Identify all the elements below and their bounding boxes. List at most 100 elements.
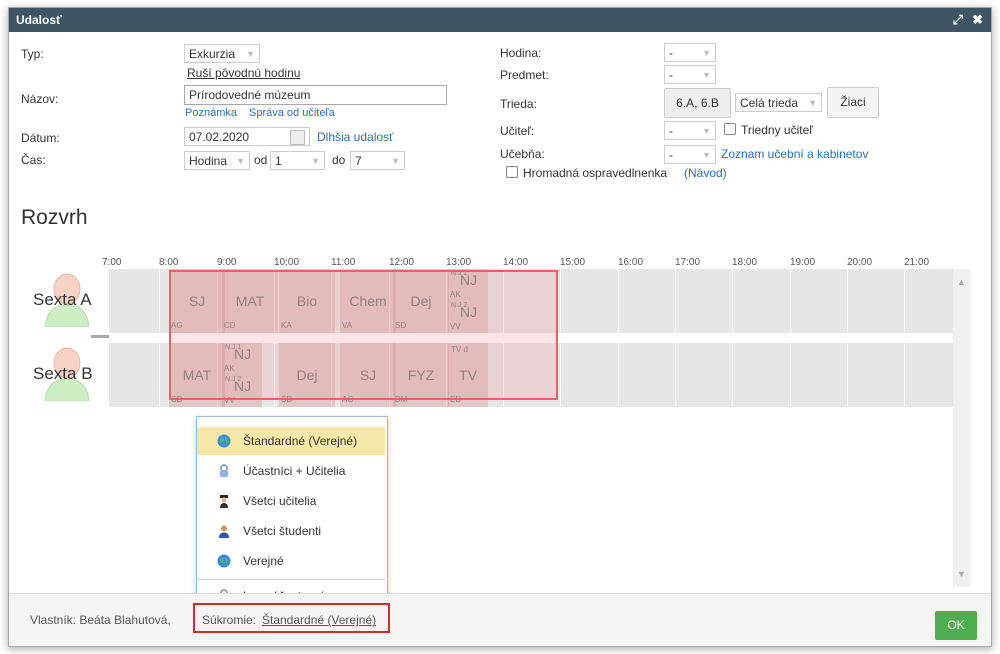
grid-line [790, 343, 791, 407]
od-value: 1 [275, 154, 282, 168]
hodina-label: Hodina: [500, 46, 542, 60]
menu-item-label: Štandardné (Verejné) [243, 434, 358, 448]
predmet-select[interactable]: - ▼ [664, 65, 716, 84]
owner-label: Vlastník: Beáta Blahutová, [30, 613, 171, 627]
time-tick: 21:00 [904, 257, 930, 268]
privacy-label: Súkromie: [202, 613, 257, 627]
rusi-povodnu-hodinu-link[interactable]: Ruší pôvodnú hodinu [187, 66, 300, 80]
chevron-down-icon: ▼ [702, 70, 711, 80]
time-tick: 9:00 [217, 257, 237, 268]
menu-divider [197, 579, 385, 580]
ucitel-select[interactable]: - ▼ [664, 121, 716, 140]
chevron-down-icon: ▼ [246, 49, 255, 59]
time-tick: 14:00 [503, 257, 529, 268]
checkbox-icon [506, 166, 518, 178]
time-tick: 17:00 [675, 257, 701, 268]
privacy-menu: Štandardné (Verejné) Účastníci + Učiteli… [196, 416, 388, 608]
grid-line [904, 343, 905, 407]
trieda-scope-select[interactable]: Celá trieda ▼ [735, 93, 822, 112]
grid-line [847, 343, 848, 407]
menu-item-label: Účastníci + Učitelia [243, 464, 346, 478]
dlhsia-udalost-link[interactable]: Dlhšia udalosť [317, 130, 394, 144]
predmet-value: - [669, 68, 673, 82]
menu-item-ucastnici-ucitelia[interactable]: Účastníci + Učitelia [197, 457, 385, 485]
time-tick: 16:00 [618, 257, 644, 268]
cas-unit-value: Hodina [189, 154, 228, 168]
time-tick: 12:00 [389, 257, 415, 268]
dialog-title: Udalosť [16, 13, 62, 27]
triedny-ucitel-label: Triedny učiteľ [741, 123, 813, 137]
grid-line [904, 269, 905, 333]
ok-button[interactable]: OK [935, 611, 977, 640]
globe-icon [217, 554, 231, 568]
menu-item-label: Všetci študenti [243, 524, 322, 538]
ucitel-label: Učiteľ: [500, 124, 535, 138]
calendar-icon[interactable] [290, 130, 305, 145]
grid-line [560, 343, 561, 407]
ziaci-button[interactable]: Žiaci [827, 87, 879, 118]
student-icon [219, 525, 229, 538]
timetable-scrollbar[interactable]: ▲ ▼ [953, 269, 971, 587]
menu-item-verejne[interactable]: Verejné [197, 547, 385, 575]
rozvrh-title: Rozvrh [21, 206, 88, 229]
grid-line [618, 269, 619, 333]
od-select[interactable]: 1 ▼ [270, 151, 325, 170]
scroll-down-icon[interactable]: ▼ [957, 569, 966, 579]
do-select[interactable]: 7 ▼ [350, 151, 405, 170]
sprava-od-ucitela-link[interactable]: Správa od učiteľa [249, 107, 335, 119]
event-time-selection[interactable] [169, 270, 558, 400]
expand-icon[interactable]: ⤢ [953, 8, 963, 32]
menu-item-label: Všetci učitelia [243, 494, 317, 508]
checkbox-icon [724, 123, 736, 135]
predmet-label: Predmet: [500, 68, 549, 82]
hromadna-label: Hromadná ospravedlnenka [523, 166, 668, 180]
chevron-down-icon: ▼ [702, 126, 711, 136]
chevron-down-icon: ▼ [236, 156, 245, 166]
time-tick: 8:00 [159, 257, 179, 268]
scroll-up-icon[interactable]: ▲ [957, 277, 966, 287]
chevron-down-icon: ▼ [702, 48, 711, 58]
chevron-down-icon: ▼ [702, 150, 711, 160]
time-tick: 10:00 [274, 257, 300, 268]
datum-label: Dátum: [21, 131, 60, 145]
row-divider [91, 335, 109, 338]
privacy-value-link[interactable]: Štandardné (Verejné) [262, 613, 376, 627]
cas-label: Čas: [21, 153, 46, 167]
menu-item-standardne[interactable]: Štandardné (Verejné) [197, 427, 385, 455]
triedny-ucitel-checkbox[interactable]: Triedny učiteľ [724, 123, 813, 137]
ucebna-label: Učebňa: [500, 147, 545, 161]
ucebna-select[interactable]: - ▼ [664, 145, 716, 164]
trieda-value[interactable]: 6.A, 6.B [664, 88, 731, 118]
teacher-icon [220, 495, 228, 508]
nazov-input[interactable]: Prírodovedné múzeum [184, 85, 447, 105]
hromadna-ospravedlnenka-checkbox[interactable]: Hromadná ospravedlnenka [506, 166, 667, 180]
time-tick: 7:00 [102, 257, 122, 268]
menu-item-vsetci-ucitelia[interactable]: Všetci učitelia [197, 487, 385, 515]
time-tick: 15:00 [560, 257, 586, 268]
navod-link[interactable]: (Návod) [684, 166, 727, 180]
grid-line [618, 343, 619, 407]
menu-item-vsetci-studenti[interactable]: Všetci študenti [197, 517, 385, 545]
event-dialog: Udalosť ⤢ ✖ Typ: Exkurzia ▼ Ruší pôvodnú … [8, 7, 992, 647]
typ-select[interactable]: Exkurzia ▼ [184, 44, 260, 63]
ucebna-value: - [669, 148, 673, 162]
dialog-titlebar: Udalosť ⤢ ✖ [9, 8, 991, 32]
time-tick: 18:00 [732, 257, 758, 268]
dialog-footer: Vlastník: Beáta Blahutová, Súkromie: Šta… [9, 593, 991, 646]
poznamka-link[interactable]: Poznámka [185, 107, 237, 119]
grid-line [159, 269, 160, 333]
time-tick: 13:00 [446, 257, 472, 268]
grid-line [790, 269, 791, 333]
zoznam-ucebni-link[interactable]: Zoznam učební a kabinetov [721, 147, 868, 161]
close-icon[interactable]: ✖ [972, 8, 983, 32]
hodina-value: - [669, 46, 673, 60]
hodina-select[interactable]: - ▼ [664, 43, 716, 62]
datum-value: 07.02.2020 [189, 130, 250, 144]
nazov-label: Názov: [21, 92, 59, 106]
datum-input[interactable]: 07.02.2020 [184, 127, 310, 146]
menu-item-label: Verejné [243, 554, 284, 568]
lock-icon [220, 464, 228, 477]
cas-unit-select[interactable]: Hodina ▼ [184, 151, 250, 170]
grid-line [675, 269, 676, 333]
trieda-label: Trieda: [500, 97, 537, 111]
